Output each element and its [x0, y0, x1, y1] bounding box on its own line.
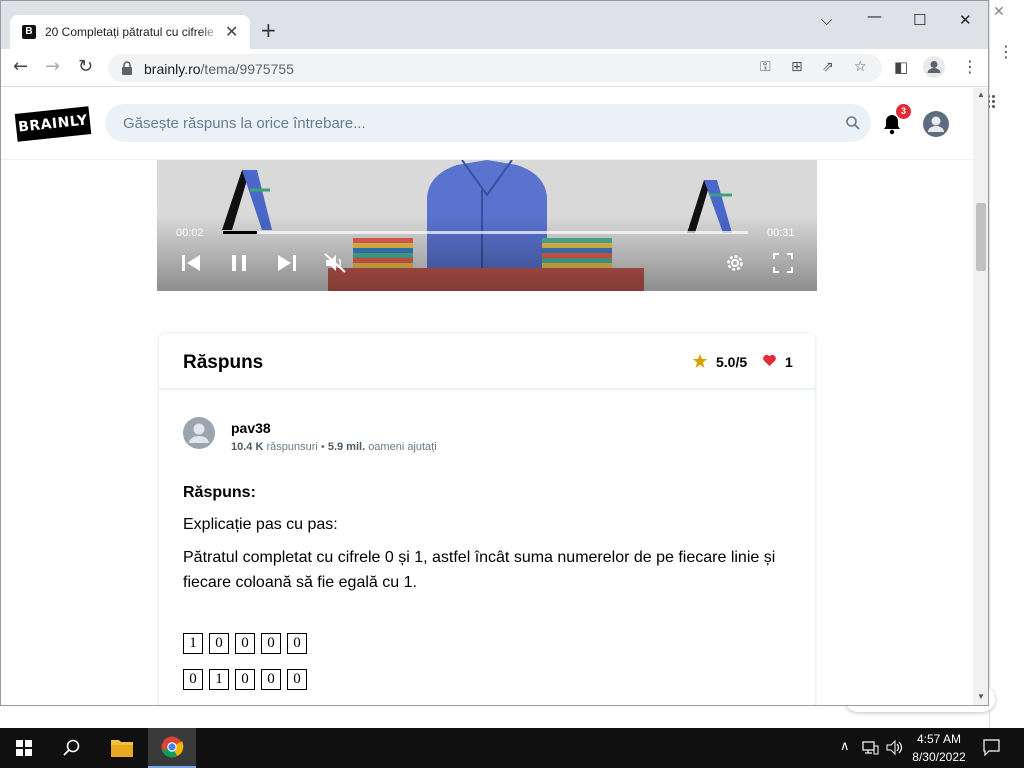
tab-close-icon[interactable]: ✕: [225, 22, 238, 41]
video-player[interactable]: 00:02 00:31: [157, 160, 817, 291]
pause-icon[interactable]: [227, 252, 251, 274]
page-viewport: BRAINLY 3: [1, 88, 973, 706]
thanks-count: 1: [785, 354, 793, 370]
clock-time[interactable]: 4:57 AM: [913, 732, 965, 746]
bookmark-star-icon[interactable]: ☆: [854, 59, 867, 75]
translate-icon[interactable]: ⊞: [791, 59, 803, 75]
taskbar-search-icon[interactable]: [48, 728, 96, 768]
address-bar[interactable]: brainly.ro/tema/9975755 ⚿ ⊞ ⇗ ☆: [108, 54, 882, 82]
grid-cell: 1: [183, 633, 203, 654]
search-input[interactable]: [123, 104, 823, 142]
author-helped-count: 5.9 mil.: [327, 441, 366, 453]
lock-icon: [122, 61, 132, 75]
grid-cell: [287, 705, 307, 706]
new-tab-icon[interactable]: +: [260, 20, 277, 40]
browser-window: B 20 Completați pătratul cu cifrele ✕ + …: [0, 0, 989, 706]
next-icon[interactable]: [275, 252, 299, 274]
browser-tab[interactable]: B 20 Completați pătratul cu cifrele ✕: [10, 15, 250, 49]
minimize-icon[interactable]: —: [867, 7, 882, 25]
back-icon[interactable]: ←: [13, 57, 28, 77]
previous-icon[interactable]: [179, 252, 203, 274]
network-icon[interactable]: [862, 740, 879, 755]
background-menu-icon[interactable]: ⋮: [998, 42, 1014, 61]
tab-strip: B 20 Completați pătratul cu cifrele ✕ + …: [1, 1, 988, 49]
chrome-menu-icon[interactable]: ⋮: [962, 57, 978, 76]
url-text: brainly.ro/tema/9975755: [144, 61, 294, 77]
grid-cell: 0: [287, 669, 307, 690]
user-avatar-icon[interactable]: [923, 111, 949, 137]
video-controls-shade: [157, 215, 817, 291]
tray-overflow-icon[interactable]: ∧: [840, 739, 850, 754]
scroll-down-arrow-icon[interactable]: ▼: [977, 692, 985, 701]
grid-cell: 0: [261, 669, 281, 690]
password-key-icon[interactable]: ⚿: [760, 59, 771, 75]
share-icon[interactable]: ⇗: [822, 59, 834, 75]
heart-icon[interactable]: [762, 353, 777, 368]
tab-title-fade: [200, 21, 220, 43]
rating-value: 5.0/5: [716, 354, 748, 370]
settings-gear-icon[interactable]: [723, 252, 747, 274]
star-icon: [693, 354, 707, 368]
search-bar: [105, 104, 871, 142]
scroll-thumb[interactable]: [976, 203, 986, 271]
search-icon[interactable]: [845, 115, 861, 131]
action-center-icon[interactable]: [983, 739, 1000, 756]
volume-icon[interactable]: [886, 739, 903, 756]
reload-icon[interactable]: ↻: [78, 57, 93, 77]
page-scrollbar[interactable]: ▲ ▼: [973, 88, 988, 705]
grid-cell: 0: [183, 669, 203, 690]
background-window: [989, 0, 1024, 728]
grid-cell: [183, 705, 203, 706]
answer-card-header: Răspuns 5.0/5 1: [159, 333, 815, 390]
muted-volume-icon[interactable]: [323, 252, 347, 274]
grid-cell: 0: [235, 633, 255, 654]
grid-cell: [235, 705, 255, 706]
grid-cell: [261, 705, 281, 706]
grid-cell: 0: [287, 633, 307, 654]
profile-icon[interactable]: [923, 56, 945, 78]
answer-card-title: Răspuns: [183, 352, 264, 373]
answer-label: Răspuns:: [183, 484, 256, 501]
grid-cell: [209, 705, 229, 706]
forward-icon[interactable]: →: [45, 57, 60, 77]
author-stats: 10.4 K răspunsuri • 5.9 mil. oameni ajut…: [231, 441, 437, 453]
grid-cell: 0: [209, 633, 229, 654]
browser-toolbar: ← → ↻ brainly.ro/tema/9975755 ⚿ ⊞ ⇗ ☆ ◧ …: [1, 49, 988, 87]
grid-cell: 0: [261, 633, 281, 654]
site-header: BRAINLY 3: [1, 88, 973, 160]
fullscreen-icon[interactable]: [771, 252, 795, 274]
windows-taskbar: ∧ 4:57 AM 8/30/2022: [0, 728, 1024, 768]
stats-separator: •: [320, 441, 328, 453]
answer-text: Pătratul completat cu cifrele 0 și 1, as…: [183, 549, 776, 591]
video-current-time: 00:02: [176, 227, 204, 239]
notification-badge: 3: [896, 104, 911, 119]
video-total-time: 00:31: [767, 227, 795, 239]
side-panel-icon[interactable]: ◧: [894, 58, 908, 76]
clock-date[interactable]: 8/30/2022: [909, 750, 969, 764]
tab-search-icon[interactable]: ⌵: [821, 11, 832, 29]
brainly-favicon-icon: B: [22, 25, 36, 39]
author-helped-label: oameni ajutați: [368, 441, 437, 453]
brainly-logo[interactable]: BRAINLY: [14, 106, 92, 142]
author-answers-count: 10.4 K: [231, 441, 264, 453]
file-explorer-icon[interactable]: [98, 728, 146, 768]
close-window-icon[interactable]: ✕: [959, 11, 972, 29]
maximize-icon[interactable]: ☐: [913, 11, 926, 29]
author-answers-label: răspunsuri: [266, 441, 318, 453]
windows-start-icon[interactable]: [0, 728, 48, 768]
explanation-label: Explicație pas cu pas:: [183, 516, 338, 533]
chrome-taskbar-icon[interactable]: [148, 728, 196, 768]
scroll-up-arrow-icon[interactable]: ▲: [977, 90, 985, 99]
grid-cell: 0: [235, 669, 255, 690]
answer-card: Răspuns 5.0/5 1 pav38 10.4 K răspunsuri: [158, 332, 816, 706]
video-progress-fill: [223, 231, 258, 234]
background-close-icon[interactable]: ✕: [993, 4, 1005, 20]
video-progress-bar[interactable]: [223, 231, 748, 234]
author-name[interactable]: pav38: [231, 420, 271, 436]
author-avatar-icon[interactable]: [183, 417, 215, 449]
tab-title: 20 Completați pătratul cu cifrele: [45, 25, 214, 39]
grid-cell: 1: [209, 669, 229, 690]
